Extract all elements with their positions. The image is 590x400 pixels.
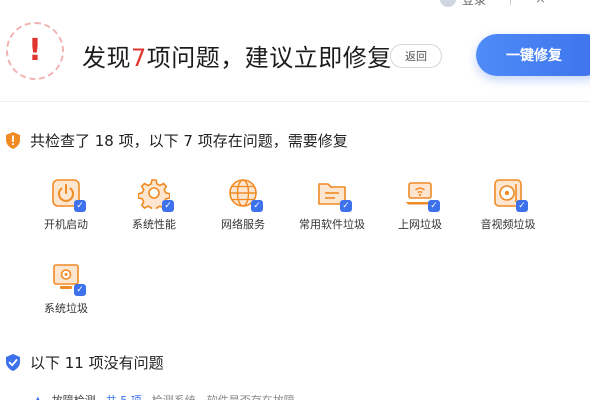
issue-item-label: 上网垃圾 [398,218,442,231]
list-item-label: 故障检测 [52,392,96,400]
issue-item-label: 音视频垃圾 [480,218,536,231]
one-click-fix-button[interactable]: 一键修复 [476,34,590,76]
issue-item-web-junk[interactable]: ✓ 上网垃圾 [380,177,460,232]
list-item[interactable]: ▲ 故障检测 共 5 项 检测系统、软件是否存在故障 [34,392,295,400]
checked-icon[interactable]: ✓ [74,284,86,296]
list-item-desc: 检测系统、软件是否存在故障 [152,392,295,400]
issue-item-media-junk[interactable]: ✓ 音视频垃圾 [468,177,548,232]
warning-shield-icon [6,132,20,149]
issue-item-label: 系统垃圾 [44,302,88,315]
back-button[interactable]: 返回 [390,44,442,68]
checked-icon[interactable]: ✓ [74,200,86,212]
page-title: 发现7项问题，建议立即修复 [82,38,392,73]
list-item-count: 共 5 项 [106,392,142,400]
header-divider [0,101,590,102]
checked-icon[interactable]: ✓ [251,200,263,212]
issue-item-label: 开机启动 [44,218,88,231]
issue-item-startup[interactable]: ✓ 开机启动 [26,177,106,232]
result-header: ! 发现7项问题，建议立即修复 返回 一键修复 [0,0,590,100]
issue-item-performance[interactable]: ✓ 系统性能 [114,177,194,232]
issue-item-label: 常用软件垃圾 [299,218,365,231]
issue-item-software-junk[interactable]: ✓ 常用软件垃圾 [292,177,372,232]
checked-icon[interactable]: ✓ [516,200,528,212]
issue-count: 7 [131,44,147,72]
alert-badge: ! [6,22,64,80]
check-shield-icon [6,354,20,371]
title-prefix: 发现 [82,44,131,72]
title-suffix: 项问题，建议立即修复 [146,44,392,72]
checked-icon[interactable]: ✓ [340,200,352,212]
expand-arrow-icon[interactable]: ▲ [34,395,42,400]
checked-icon[interactable]: ✓ [428,200,440,212]
issue-item-system-junk[interactable]: ✓ 系统垃圾 [26,261,106,316]
issue-item-label: 系统性能 [132,218,176,231]
issue-item-network[interactable]: ✓ 网络服务 [203,177,283,232]
ok-section-title: 以下 11 项没有问题 [30,354,164,372]
issues-section-header: 共检查了 18 项，以下 7 项存在问题，需要修复 [6,130,348,151]
exclamation-icon: ! [16,32,54,70]
checked-icon[interactable]: ✓ [162,200,174,212]
ok-section-header: 以下 11 项没有问题 [6,352,164,373]
issue-item-label: 网络服务 [221,218,265,231]
issues-section-title: 共检查了 18 项，以下 7 项存在问题，需要修复 [30,132,348,150]
